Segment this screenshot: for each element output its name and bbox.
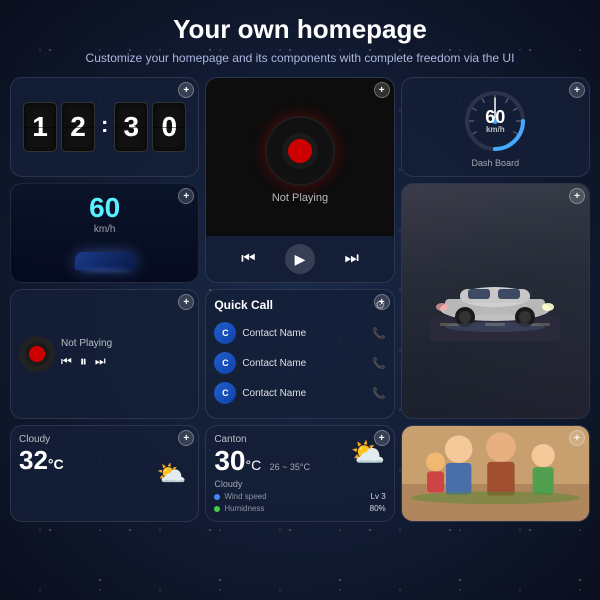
vinyl-record: [265, 116, 335, 186]
page-subtitle: Customize your homepage and its componen…: [0, 49, 600, 77]
prev-button[interactable]: ⏮: [241, 250, 255, 268]
dashboard-widget: +: [401, 77, 590, 177]
humidity-value: 80%: [370, 504, 386, 513]
play-button[interactable]: ▶: [285, 244, 315, 274]
wind-value: Lv 3: [371, 492, 386, 501]
wind-label: Wind speed: [224, 492, 366, 501]
clock-h1: 1: [23, 102, 57, 152]
gauge-unit: km/h: [485, 126, 505, 134]
music-main-controls: ⏮ ▶ ⏭: [206, 236, 393, 282]
gauge-display: 60 km/h: [460, 86, 530, 156]
clock-m2: 0: [152, 102, 186, 152]
gauge-speed-value: 60 km/h: [485, 108, 505, 134]
car-speed-add-button[interactable]: +: [178, 188, 194, 204]
humidity-label: Humidness: [224, 504, 365, 513]
weather-small-unit: °C: [48, 456, 64, 472]
family-background: [402, 426, 589, 521]
weather-small-add-button[interactable]: +: [178, 430, 194, 446]
weather-large-condition: Cloudy: [214, 479, 310, 489]
call-icon-2[interactable]: 📞: [372, 357, 386, 370]
contact-name-1: Contact Name: [242, 328, 366, 339]
music-main-status: Not Playing: [272, 192, 328, 204]
car-speed-unit: km/h: [94, 224, 116, 235]
family-photo-add-button[interactable]: +: [569, 430, 585, 446]
music-small-status: Not Playing: [61, 338, 112, 349]
gauge-label: Dash Board: [472, 158, 520, 168]
music-main-display: Not Playing: [206, 78, 393, 236]
weather-large-widget: + Canton 30°C 26 ~ 35°C Cloudy ⛅ Wind sp…: [205, 425, 394, 522]
clock-colon: :: [99, 112, 110, 138]
quick-call-title: Quick Call: [214, 298, 273, 312]
car-image: [70, 239, 140, 274]
next-button[interactable]: ⏭: [344, 250, 358, 268]
car-speed-value: 60: [89, 192, 120, 224]
quick-call-header: Quick Call ⚙: [214, 298, 385, 312]
music-small-widget: + Not Playing ⏮ ⏸ ⏭: [10, 289, 199, 419]
music-small-add-button[interactable]: +: [178, 294, 194, 310]
car-photo-widget: +: [401, 183, 590, 419]
car-photo-background: [402, 184, 589, 418]
clock-m1: 3: [114, 102, 148, 152]
contact-avatar-2: C: [214, 352, 236, 374]
clock-add-button[interactable]: +: [178, 82, 194, 98]
quick-call-widget: + Quick Call ⚙ C Contact Name 📞 C Contac…: [205, 289, 394, 419]
quickcall-add-button[interactable]: +: [374, 294, 390, 310]
page-title: Your own homepage: [0, 0, 600, 49]
music-small-controls: ⏮ ⏸ ⏭: [61, 353, 112, 370]
music-small-info: Not Playing ⏮ ⏸ ⏭: [61, 338, 112, 370]
contact-avatar-1: C: [214, 322, 236, 344]
weather-large-range: 26 ~ 35°C: [270, 462, 310, 472]
small-pause-button[interactable]: ⏸: [80, 353, 87, 370]
weather-small-widget: + Cloudy 32°C ⛅: [10, 425, 199, 522]
call-icon-3[interactable]: 📞: [372, 387, 386, 400]
weather-large-unit: °C: [245, 457, 261, 473]
contact-avatar-3: C: [214, 382, 236, 404]
small-next-button[interactable]: ⏭: [95, 354, 106, 369]
vinyl-small: [19, 336, 55, 372]
weather-large-temp: 30: [214, 445, 245, 477]
weather-large-add-button[interactable]: +: [374, 430, 390, 446]
call-icon-1[interactable]: 📞: [372, 327, 386, 340]
contact-row-3[interactable]: C Contact Name 📞: [214, 378, 385, 408]
clock-widget: + 1 2 : 3 0: [10, 77, 199, 177]
contact-name-3: Contact Name: [242, 388, 366, 399]
music-main-widget: + Not Playing ⏮ ▶ ⏭: [205, 77, 394, 283]
car-speed-widget: + 60 km/h: [10, 183, 199, 283]
contact-name-2: Contact Name: [242, 358, 366, 369]
contact-row-1[interactable]: C Contact Name 📞: [214, 318, 385, 348]
weather-small-condition: Cloudy: [19, 434, 190, 445]
contact-row-2[interactable]: C Contact Name 📞: [214, 348, 385, 378]
family-photo-widget: +: [401, 425, 590, 522]
wind-dot: [214, 494, 220, 500]
weather-city: Canton: [214, 434, 310, 445]
humidity-dot: [214, 506, 220, 512]
weather-small-icon: ⛅: [156, 459, 186, 488]
dashboard-add-button[interactable]: +: [569, 82, 585, 98]
clock-h2: 2: [61, 102, 95, 152]
small-prev-button[interactable]: ⏮: [61, 354, 72, 369]
weather-detail-humidity: Humidness 80%: [214, 504, 385, 513]
music-main-add-button[interactable]: +: [374, 82, 390, 98]
weather-small-temp: 32: [19, 445, 48, 475]
car-photo-add-button[interactable]: +: [569, 188, 585, 204]
weather-detail-wind: Wind speed Lv 3: [214, 492, 385, 501]
